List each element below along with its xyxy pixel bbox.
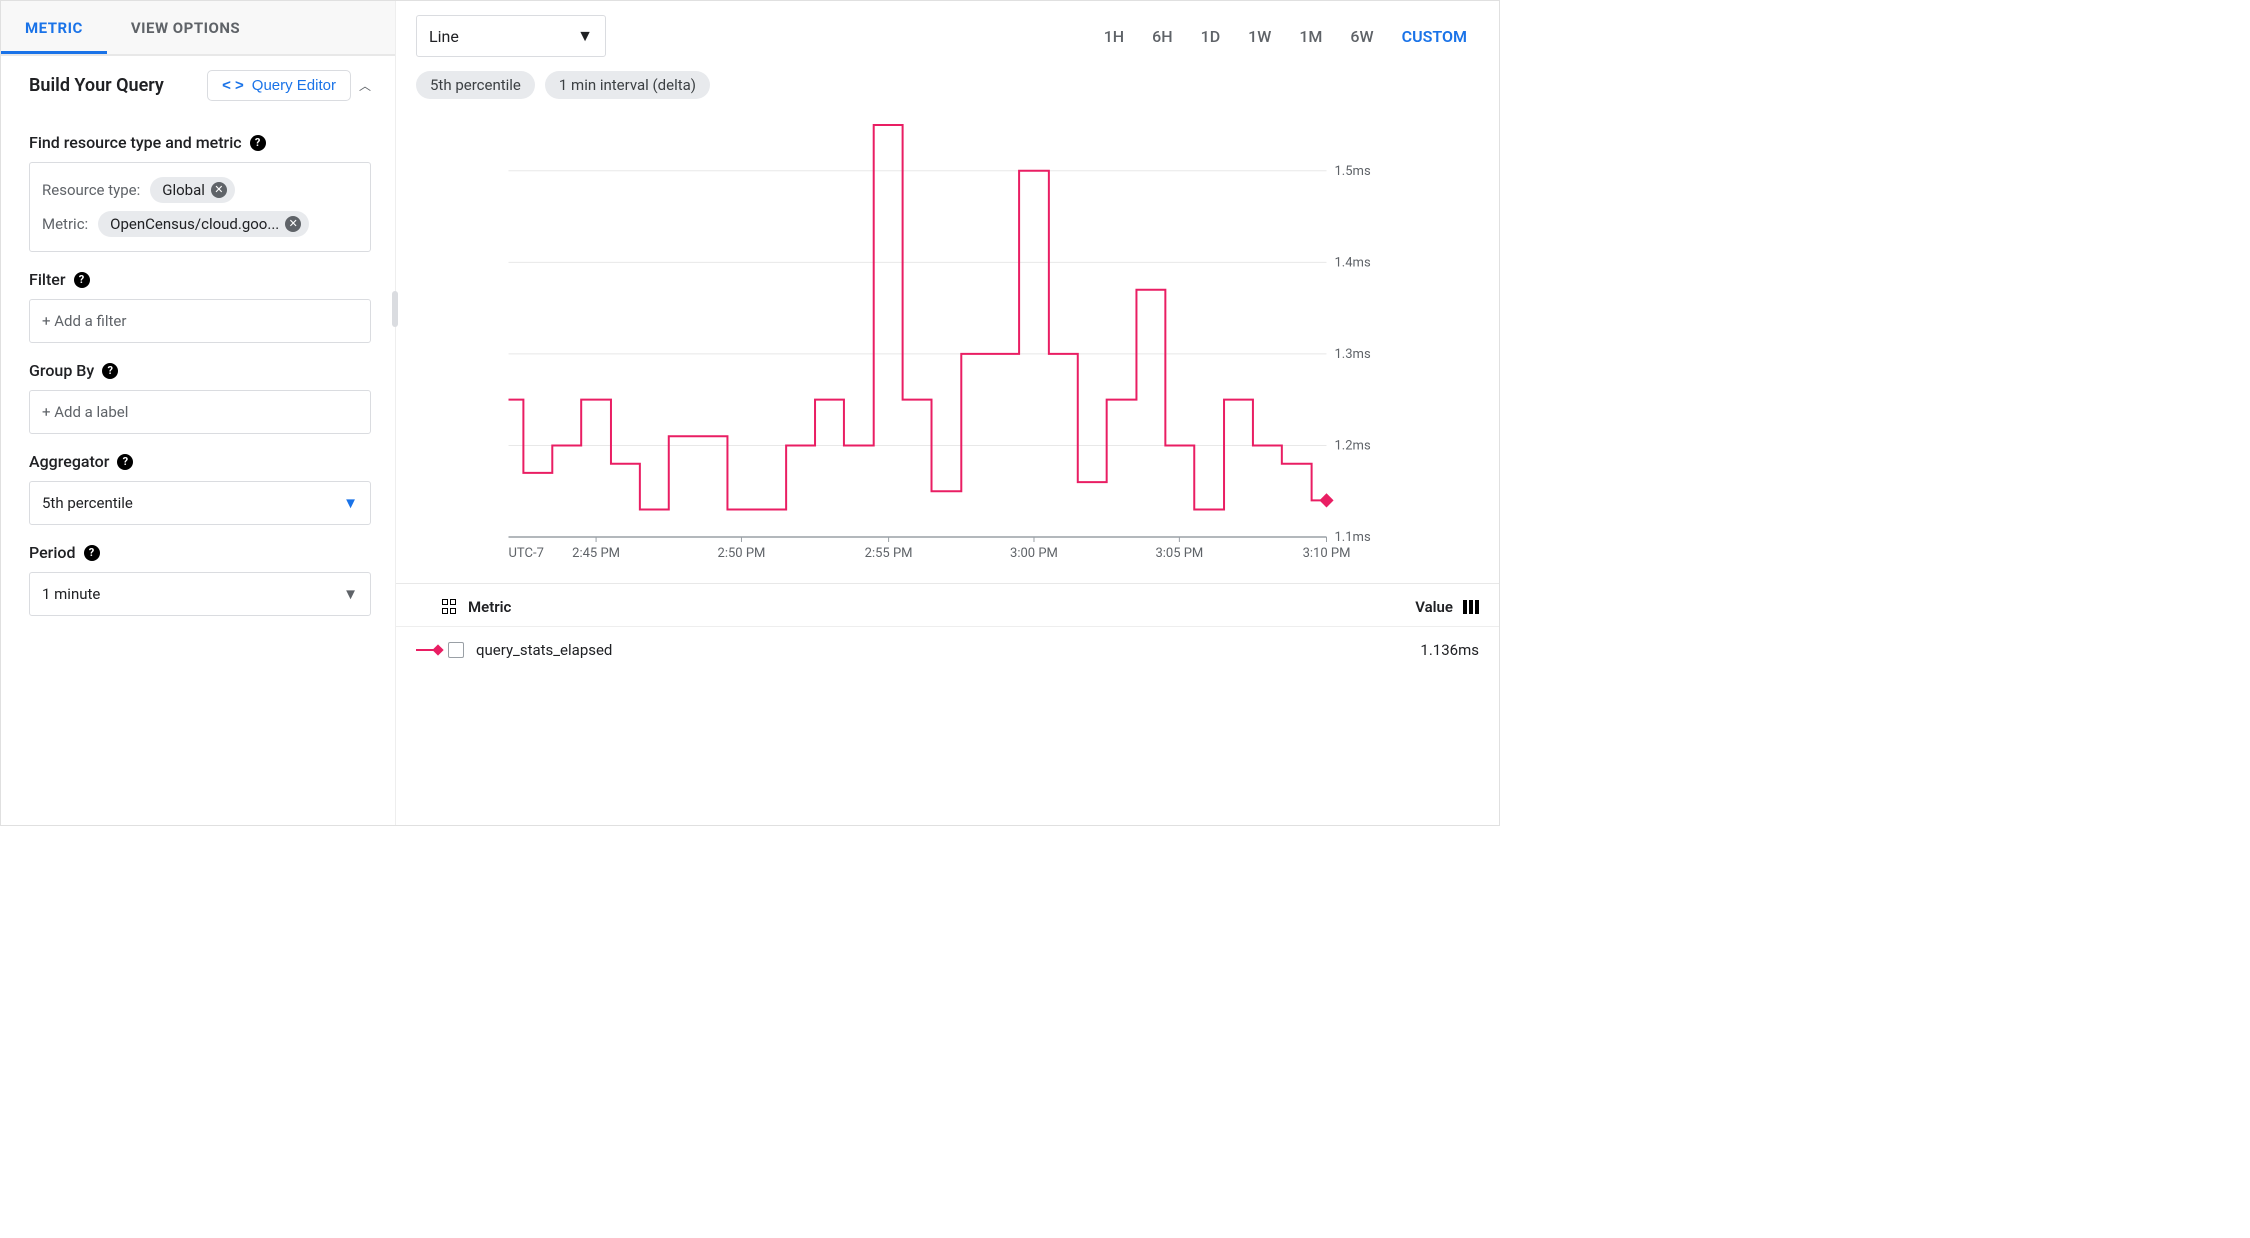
summary-pills: 5th percentile 1 min interval (delta) <box>396 57 1499 99</box>
add-filter-input[interactable]: + Add a filter <box>29 299 371 343</box>
tab-view-options[interactable]: VIEW OPTIONS <box>107 1 264 54</box>
columns-icon[interactable] <box>1463 600 1479 614</box>
legend-row[interactable]: query_stats_elapsed 1.136ms <box>396 627 1499 673</box>
caret-down-icon: ▼ <box>343 494 358 512</box>
config-tabs: METRIC VIEW OPTIONS <box>1 1 395 55</box>
svg-text:1.5ms: 1.5ms <box>1335 164 1371 179</box>
caret-down-icon: ▼ <box>577 26 593 46</box>
help-icon[interactable]: ? <box>102 363 118 379</box>
query-editor-label: Query Editor <box>252 77 336 94</box>
legend-table: Metric Value query_stats_elapsed 1.136ms <box>396 583 1499 673</box>
code-icon: < > <box>222 77 244 94</box>
range-1m[interactable]: 1M <box>1287 19 1334 54</box>
svg-text:1.1ms: 1.1ms <box>1335 530 1371 545</box>
metric-column-header: Metric <box>468 598 511 616</box>
period-value: 1 minute <box>42 585 100 603</box>
series-swatch <box>416 649 438 651</box>
series-checkbox[interactable] <box>448 642 464 658</box>
period-title: Period ? <box>29 543 371 562</box>
help-icon[interactable]: ? <box>250 135 266 151</box>
caret-down-icon: ▼ <box>343 585 358 603</box>
svg-text:2:50 PM: 2:50 PM <box>718 546 766 561</box>
resource-type-chip[interactable]: Global ✕ <box>150 177 235 203</box>
chart-toolbar: Line ▼ 1H6H1D1W1M6WCUSTOM <box>396 1 1499 57</box>
help-icon[interactable]: ? <box>84 545 100 561</box>
resource-type-value: Global <box>162 181 205 199</box>
find-metric-title: Find resource type and metric ? <box>29 133 371 152</box>
query-editor-button[interactable]: < > Query Editor <box>207 70 351 101</box>
aggregator-value: 5th percentile <box>42 494 133 512</box>
aggregator-select[interactable]: 5th percentile ▼ <box>29 481 371 525</box>
resource-metric-box: Resource type: Global ✕ Metric: OpenCens… <box>29 162 371 252</box>
range-6h[interactable]: 6H <box>1140 19 1184 54</box>
svg-text:3:10 PM: 3:10 PM <box>1303 546 1351 561</box>
svg-text:2:55 PM: 2:55 PM <box>865 546 913 561</box>
remove-metric-icon[interactable]: ✕ <box>285 216 301 232</box>
svg-text:3:00 PM: 3:00 PM <box>1010 546 1058 561</box>
aggregator-pill: 5th percentile <box>416 71 535 99</box>
groupby-title: Group By ? <box>29 361 371 380</box>
line-chart[interactable]: 1.1ms 1.2ms 1.3ms 1.4ms 1.5ms 2:45 PM 2:50 PM 2… <box>406 115 1479 575</box>
range-custom[interactable]: CUSTOM <box>1390 19 1479 54</box>
svg-text:UTC-7: UTC-7 <box>509 546 544 561</box>
viz-type-value: Line <box>429 27 459 46</box>
svg-text:2:45 PM: 2:45 PM <box>572 546 620 561</box>
range-1d[interactable]: 1D <box>1189 19 1233 54</box>
build-query-title: Build Your Query <box>29 75 164 96</box>
period-select[interactable]: 1 minute ▼ <box>29 572 371 616</box>
metric-chip[interactable]: OpenCensus/cloud.goo... ✕ <box>98 211 309 237</box>
remove-resource-type-icon[interactable]: ✕ <box>211 182 227 198</box>
value-column-header: Value <box>1415 598 1453 616</box>
add-label-input[interactable]: + Add a label <box>29 390 371 434</box>
range-6w[interactable]: 6W <box>1338 19 1385 54</box>
query-header: Build Your Query < > Query Editor ︿ <box>1 56 395 115</box>
resource-type-label: Resource type: <box>42 181 140 199</box>
grid-icon[interactable] <box>442 599 458 615</box>
aggregator-title: Aggregator ? <box>29 452 371 471</box>
tab-metric[interactable]: METRIC <box>1 1 107 54</box>
series-value: 1.136ms <box>1420 641 1479 659</box>
help-icon[interactable]: ? <box>117 454 133 470</box>
filter-title: Filter ? <box>29 270 371 289</box>
metric-label: Metric: <box>42 215 88 233</box>
help-icon[interactable]: ? <box>74 272 90 288</box>
chevron-up-icon[interactable]: ︿ <box>359 77 371 94</box>
interval-pill: 1 min interval (delta) <box>545 71 710 99</box>
viz-type-select[interactable]: Line ▼ <box>416 15 606 57</box>
svg-text:1.2ms: 1.2ms <box>1335 438 1371 453</box>
svg-text:3:05 PM: 3:05 PM <box>1155 546 1203 561</box>
series-name: query_stats_elapsed <box>476 641 1420 659</box>
svg-text:1.4ms: 1.4ms <box>1335 255 1371 270</box>
metric-value: OpenCensus/cloud.goo... <box>110 215 279 233</box>
range-1w[interactable]: 1W <box>1236 19 1283 54</box>
svg-text:1.3ms: 1.3ms <box>1335 347 1371 362</box>
range-1h[interactable]: 1H <box>1092 19 1136 54</box>
